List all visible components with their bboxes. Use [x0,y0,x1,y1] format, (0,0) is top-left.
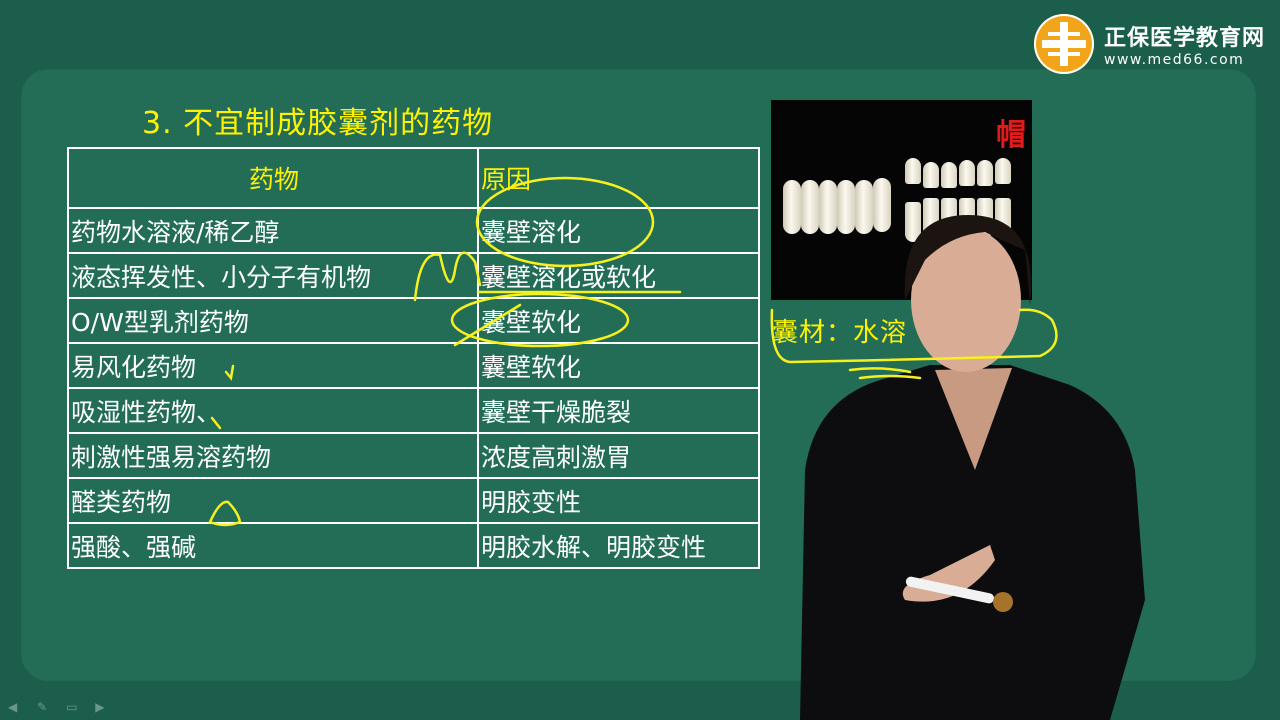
presenter-figure [800,215,1145,720]
pen-icon[interactable]: ✎ [37,701,51,713]
arrow-left-icon[interactable]: ◀ [8,701,22,713]
screen-icon[interactable]: ▭ [66,701,80,713]
arrow-right-icon[interactable]: ▶ [95,701,109,713]
playback-toolbar: ◀ ✎ ▭ ▶ [8,696,119,713]
